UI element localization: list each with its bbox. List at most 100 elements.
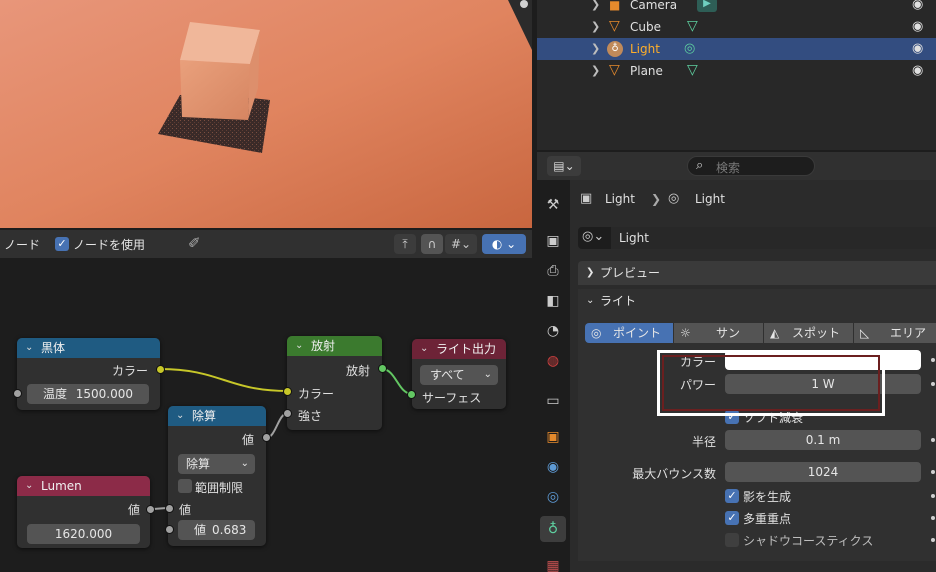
outliner-label: Cube xyxy=(630,20,661,34)
emission-strength-label: 強さ xyxy=(298,409,323,423)
render-tab-icon[interactable]: ▣ xyxy=(543,231,563,251)
keyframe-dot[interactable] xyxy=(931,470,935,474)
outliner-label: Light xyxy=(630,42,660,56)
light-output-node[interactable]: ⌄ ライト出力 すべて ⌄ サーフェス xyxy=(412,339,506,409)
divide-value-socket[interactable] xyxy=(165,525,174,534)
keyframe-dot[interactable] xyxy=(931,494,935,498)
keyframe-dot[interactable] xyxy=(931,358,935,362)
search-field[interactable]: ⌕ 検索 xyxy=(687,156,815,176)
collapse-icon[interactable]: ⌄ xyxy=(25,338,33,358)
temperature-socket[interactable] xyxy=(13,389,22,398)
lumen-output-socket[interactable] xyxy=(146,505,155,514)
light-type-sun[interactable]: ☼ サン xyxy=(674,323,763,343)
pin-icon[interactable]: ✐ xyxy=(188,234,201,252)
overlay-dropdown[interactable]: ◐ ⌄ xyxy=(482,234,526,254)
expand-arrow-icon[interactable]: ❯ xyxy=(591,0,600,11)
light-type-point[interactable]: ◎ ポイント xyxy=(585,323,673,343)
expand-arrow-icon[interactable]: ❯ xyxy=(591,42,600,55)
lumen-node[interactable]: ⌄ Lumen 値 1620.000 xyxy=(17,476,150,548)
node-editor-canvas[interactable]: ⌄ 黒体 カラー 温度 1500.000 ⌄ 放射 放射 カラー 強さ ⌄ ライト出力… xyxy=(0,258,532,572)
multiple-importance-checkbox[interactable]: ✓ xyxy=(725,511,739,525)
collapse-icon[interactable]: ⌄ xyxy=(295,336,303,356)
divide-node[interactable]: ⌄ 除算 値 除算 ⌄ 範囲制限 値 値 0.683 xyxy=(168,406,266,546)
3d-viewport[interactable] xyxy=(0,0,532,228)
light-type-spot[interactable]: ◭ スポット xyxy=(764,323,853,343)
collapse-icon[interactable]: ⌄ xyxy=(420,339,428,359)
max-bounces-field[interactable]: 1024 xyxy=(725,462,921,482)
emission-node-header[interactable]: ⌄ 放射 xyxy=(287,336,382,356)
keyframe-dot[interactable] xyxy=(931,438,935,442)
parent-node-icon[interactable]: ⤒ xyxy=(394,234,416,254)
light-data-dropdown-icon[interactable]: ◎⌄ xyxy=(582,229,604,244)
link-color xyxy=(159,368,289,392)
outliner-row-plane[interactable]: ❯ ▽ Plane ▽ ◉ xyxy=(537,60,936,82)
emission-strength-socket[interactable] xyxy=(283,409,292,418)
expand-arrow-icon[interactable]: ❯ xyxy=(591,20,600,33)
emission-node[interactable]: ⌄ 放射 放射 カラー 強さ xyxy=(287,336,382,430)
cast-shadow-checkbox[interactable]: ✓ xyxy=(725,489,739,503)
light-type-area[interactable]: ◺ エリア xyxy=(854,323,936,343)
blackbody-node[interactable]: ⌄ 黒体 カラー 温度 1500.000 xyxy=(17,338,160,410)
blackbody-color-socket[interactable] xyxy=(156,365,165,374)
constraints-tab-icon[interactable]: ◎ xyxy=(543,487,563,507)
preview-panel-header[interactable]: ❯ プレビュー xyxy=(578,261,936,285)
output-tab-icon[interactable]: ⎙ xyxy=(543,261,563,281)
expand-arrow-icon[interactable]: ❯ xyxy=(591,64,600,77)
tool-tab-icon[interactable]: ⚒ xyxy=(543,195,563,215)
snap-icon[interactable]: ∩ xyxy=(421,234,443,254)
divide-input-socket[interactable] xyxy=(165,504,174,513)
blackbody-node-header[interactable]: ⌄ 黒体 xyxy=(17,338,160,358)
clamp-checkbox[interactable] xyxy=(178,479,192,493)
operation-dropdown[interactable]: 除算 ⌄ xyxy=(178,454,255,474)
eye-icon[interactable]: ◉ xyxy=(912,0,923,12)
divide-node-header[interactable]: ⌄ 除算 xyxy=(168,406,266,426)
object-tab-icon[interactable]: ▣ xyxy=(543,427,563,447)
eye-icon[interactable]: ◉ xyxy=(912,41,923,56)
physics-tab-icon[interactable]: ◉ xyxy=(543,457,563,477)
collection-tab-icon[interactable]: ▭ xyxy=(543,391,563,411)
eye-icon[interactable]: ◉ xyxy=(912,63,923,78)
outliner-row-camera[interactable]: ❯ ■ Camera ▶ ◉ xyxy=(537,0,936,16)
datablock-name[interactable]: Light xyxy=(611,227,936,249)
keyframe-dot[interactable] xyxy=(931,382,935,386)
color-swatch[interactable] xyxy=(725,350,921,370)
outliner-label: Plane xyxy=(630,64,663,78)
keyframe-dot[interactable] xyxy=(931,538,935,542)
surface-socket[interactable] xyxy=(407,390,416,399)
light-panel-header[interactable]: ⌄ ライト xyxy=(578,289,936,313)
target-value: すべて xyxy=(430,368,465,382)
soft-falloff-checkbox[interactable]: ✓ xyxy=(725,410,739,424)
divide-value-field[interactable]: 値 0.683 xyxy=(178,520,255,540)
editor-type-dropdown[interactable]: ▤⌄ xyxy=(547,156,581,176)
lumen-value-field[interactable]: 1620.000 xyxy=(27,524,140,544)
node-editor-header: ノード ✓ ノードを使用 ✐ ⤒ ∩ #⌄ ◐ ⌄ xyxy=(0,230,532,258)
power-label: パワー xyxy=(679,378,716,392)
view-layer-tab-icon[interactable]: ◧ xyxy=(543,291,563,311)
shadow-caustics-checkbox[interactable] xyxy=(725,533,739,547)
target-dropdown[interactable]: すべて ⌄ xyxy=(420,365,498,385)
world-tab-icon[interactable]: ◍ xyxy=(543,351,563,371)
emission-output-socket[interactable] xyxy=(378,364,387,373)
divide-output-socket[interactable] xyxy=(262,433,271,442)
outliner-row-cube[interactable]: ❯ ▽ Cube ▽ ◉ xyxy=(537,16,936,38)
collapse-icon[interactable]: ⌄ xyxy=(25,476,33,496)
power-field[interactable]: 1 W xyxy=(725,374,921,394)
light-data-tab-icon[interactable]: ♁ xyxy=(540,516,566,542)
scene-tab-icon[interactable]: ◔ xyxy=(543,321,563,341)
emission-color-socket[interactable] xyxy=(283,387,292,396)
temperature-field[interactable]: 温度 1500.000 xyxy=(27,384,149,404)
outliner-row-light[interactable]: ❯ ♁ Light ◎ ◉ xyxy=(537,38,936,60)
lumen-node-header[interactable]: ⌄ Lumen xyxy=(17,476,150,496)
light-output-header[interactable]: ⌄ ライト出力 xyxy=(412,339,506,359)
datablock-selector[interactable]: ◎⌄ Light xyxy=(578,227,936,249)
snap-grid-dropdown[interactable]: #⌄ xyxy=(445,234,477,254)
radius-field[interactable]: 0.1 m xyxy=(725,430,921,450)
keyframe-dot[interactable] xyxy=(931,516,935,520)
collapse-icon[interactable]: ⌄ xyxy=(176,406,184,426)
outliner[interactable]: ❯ ■ Camera ▶ ◉ ❯ ▽ Cube ▽ ◉ ❯ ♁ Light ◎ … xyxy=(537,0,936,150)
use-nodes-checkbox[interactable]: ✓ xyxy=(55,237,69,251)
texture-tab-icon[interactable]: ▦ xyxy=(543,556,563,572)
eye-icon[interactable]: ◉ xyxy=(912,19,923,34)
node-menu[interactable]: ノード xyxy=(4,236,40,253)
properties-header: ▤⌄ ⌕ 検索 xyxy=(537,152,936,180)
